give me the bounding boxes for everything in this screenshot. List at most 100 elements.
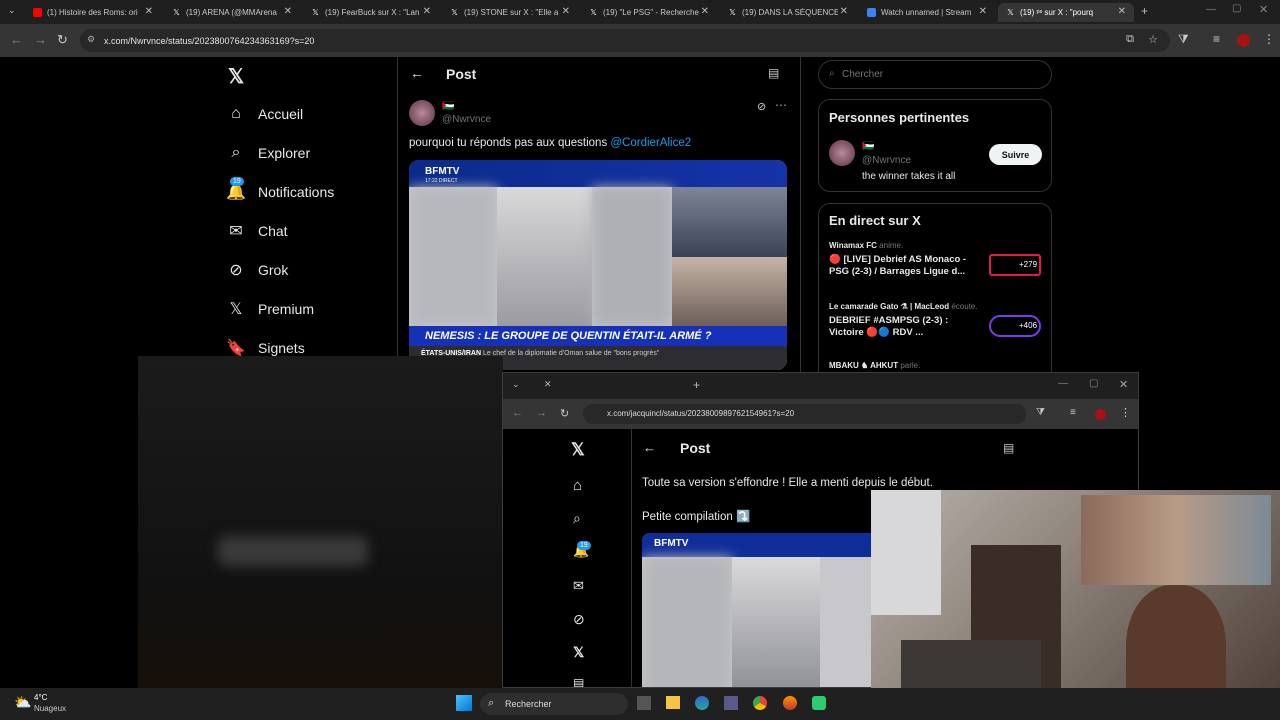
taskbar-search[interactable]: ⌕ Rechercher bbox=[480, 693, 628, 715]
relevant-avatar[interactable] bbox=[829, 140, 855, 166]
tab-search-icon[interactable]: ⌄ bbox=[8, 5, 16, 16]
task-view-icon[interactable] bbox=[637, 696, 651, 710]
win2-mail-icon[interactable]: ✉ bbox=[573, 578, 584, 594]
sidebar-item-explorer[interactable]: ⌕ Explorer bbox=[226, 141, 311, 165]
tab-close-icon[interactable]: ✕ bbox=[840, 6, 848, 17]
minimize-button[interactable]: — bbox=[1206, 4, 1216, 15]
live-item[interactable]: Winamax FC anime. 🔴 [LIVE] Debrief AS Mon… bbox=[829, 241, 1043, 278]
tab-close-icon[interactable]: ✕ bbox=[701, 6, 709, 17]
profile-avatar[interactable] bbox=[1237, 34, 1250, 47]
win2-search-icon[interactable]: ⌕ bbox=[573, 510, 581, 527]
sidebar-item-label: Premium bbox=[258, 301, 315, 317]
win2-forward-icon[interactable]: → bbox=[536, 407, 547, 419]
browser-tab[interactable]: 𝕏 (19) ARENA (@MMArena ✕ bbox=[164, 3, 300, 22]
browser-tab[interactable]: 𝕏 (19) ᵖˢ sur X : "pourq ✕ bbox=[998, 3, 1134, 22]
win2-post-video[interactable]: BFMTV bbox=[642, 533, 882, 687]
notification-badge: 19 bbox=[230, 177, 244, 186]
blurred-area-2 bbox=[592, 187, 672, 327]
weather-temp: 4°C bbox=[34, 693, 48, 702]
close-button[interactable]: ✕ bbox=[1259, 3, 1268, 16]
file-explorer-icon[interactable] bbox=[666, 696, 680, 709]
win2-back-arrow-icon[interactable]: ← bbox=[643, 440, 656, 455]
win2-lists-icon[interactable]: ▤ bbox=[573, 676, 584, 687]
start-button[interactable] bbox=[456, 695, 472, 711]
live-item[interactable]: MBAKU ♞ AHKUT parle. bbox=[829, 361, 1043, 370]
webcam-posters bbox=[1081, 495, 1271, 585]
sidebar-item-chat[interactable]: ✉ Chat bbox=[226, 219, 288, 243]
tab-close-icon[interactable]: ✕ bbox=[1118, 6, 1126, 17]
search-box[interactable]: ⌕ Chercher bbox=[818, 60, 1052, 89]
more-options-icon[interactable]: ⋯ bbox=[775, 98, 787, 112]
browser-tab[interactable]: (1) Histoire des Roms: ori ✕ bbox=[25, 3, 161, 22]
tab-close-icon[interactable]: ✕ bbox=[979, 6, 987, 17]
win2-back-icon[interactable]: ← bbox=[512, 407, 523, 419]
weather-desc: Nuageux bbox=[34, 704, 67, 713]
author-avatar[interactable] bbox=[409, 100, 435, 126]
win2-x-logo[interactable]: 𝕏 bbox=[571, 440, 585, 460]
sidebar-item-label: Chat bbox=[258, 223, 288, 239]
maximize-button[interactable]: ▢ bbox=[1232, 3, 1241, 14]
browser-tab[interactable]: 𝕏 (19) FearBuck sur X : "Lan ✕ bbox=[303, 3, 439, 22]
browser-tab[interactable]: 𝕏 (19) STONE sur X : "Elle a ✕ bbox=[442, 3, 578, 22]
back-arrow-icon[interactable]: ← bbox=[410, 65, 424, 81]
reload-icon[interactable]: ↻ bbox=[57, 32, 68, 48]
site-info-icon[interactable]: ⚙ bbox=[87, 34, 95, 45]
follow-button[interactable]: Suivre bbox=[989, 144, 1042, 165]
obs-app-icon[interactable] bbox=[812, 696, 826, 710]
win2-grok-icon[interactable]: ⊘ bbox=[573, 611, 585, 628]
win2-extensions-icon[interactable]: ⧩ bbox=[1036, 407, 1045, 418]
bookmark-star-icon[interactable]: ☆ bbox=[1148, 33, 1158, 46]
win2-minimize-button[interactable]: — bbox=[1058, 378, 1068, 389]
win2-new-tab-button[interactable]: + bbox=[693, 378, 700, 392]
install-icon[interactable]: ⧉ bbox=[1126, 33, 1134, 46]
win2-reader-icon[interactable]: ▤ bbox=[1003, 441, 1014, 455]
x-logo[interactable]: 𝕏 bbox=[228, 64, 244, 89]
win2-maximize-button[interactable]: ▢ bbox=[1089, 378, 1098, 389]
author-handle[interactable]: @Nwrvnce bbox=[442, 114, 491, 125]
grok-icon[interactable]: ⊘ bbox=[757, 100, 766, 113]
win2-home-icon[interactable]: ⌂ bbox=[573, 477, 582, 494]
new-tab-button[interactable]: + bbox=[1141, 4, 1148, 18]
browser-tab[interactable]: 𝕏 (19) DANS LA SÉQUENCE ✕ bbox=[720, 3, 856, 22]
sidebar-item-notifications[interactable]: 🔔 Notifications 19 bbox=[226, 177, 334, 204]
win2-media-icon[interactable]: ≡ bbox=[1070, 407, 1076, 418]
tab-close-icon[interactable]: ✕ bbox=[284, 6, 292, 17]
live-item[interactable]: Le camarade Gato ⚗ | MacLeod écoute. DEBR… bbox=[829, 302, 1043, 339]
page-title: Post bbox=[446, 66, 477, 82]
win2-tab-search-icon[interactable]: ⌄ bbox=[512, 379, 520, 390]
win2-tab-close-icon[interactable]: ✕ bbox=[544, 379, 552, 390]
menu-icon[interactable]: ⋮ bbox=[1263, 32, 1275, 46]
reader-view-icon[interactable]: ▤ bbox=[768, 66, 779, 80]
firefox-icon[interactable] bbox=[783, 696, 797, 710]
relevant-handle[interactable]: @Nwrvnce bbox=[862, 155, 911, 166]
chrome-icon[interactable] bbox=[753, 696, 767, 710]
tab-title: Watch unnamed | Stream bbox=[881, 8, 972, 17]
win2-profile-avatar[interactable] bbox=[1095, 409, 1106, 420]
win2-close-button[interactable]: ✕ bbox=[1119, 378, 1128, 391]
win2-reload-icon[interactable]: ↻ bbox=[560, 407, 569, 420]
sidebar-item-premium[interactable]: 𝕏 Premium bbox=[226, 297, 314, 321]
tab-close-icon[interactable]: ✕ bbox=[423, 6, 431, 17]
sidebar-item-grok[interactable]: ⊘ Grok bbox=[226, 258, 288, 282]
store-icon[interactable] bbox=[724, 696, 738, 710]
street-footage bbox=[497, 187, 592, 327]
tab-close-icon[interactable]: ✕ bbox=[562, 6, 570, 17]
weather-icon[interactable]: ⛅ bbox=[14, 694, 31, 711]
address-bar[interactable]: ⚙ x.com/Nwrvnce/status/20238007642343631… bbox=[80, 29, 1170, 52]
browser-tab[interactable]: Watch unnamed | Stream ✕ bbox=[859, 3, 995, 22]
browser-tab[interactable]: 𝕏 (19) "Le PSG" - Recherche ✕ bbox=[581, 3, 717, 22]
edge-icon[interactable] bbox=[695, 696, 709, 710]
extensions-icon[interactable]: ⧩ bbox=[1178, 32, 1189, 47]
post-video[interactable]: BFMTV 17:22 DIRECT NEMESIS : LE GROUPE D… bbox=[409, 160, 787, 370]
media-icon[interactable]: ≡ bbox=[1213, 32, 1220, 46]
tab-close-icon[interactable]: ✕ bbox=[145, 6, 153, 17]
browser-toolbar: ← → ↻ ⚙ x.com/Nwrvnce/status/20238007642… bbox=[0, 24, 1280, 57]
back-icon[interactable]: ← bbox=[10, 32, 23, 47]
win2-address-bar[interactable]: x.com/jacquincl/status/20238009897621549… bbox=[583, 404, 1026, 424]
win2-premium-icon[interactable]: 𝕏 bbox=[573, 644, 584, 661]
search-icon: ⌕ bbox=[829, 68, 835, 79]
win2-menu-icon[interactable]: ⋮ bbox=[1120, 406, 1131, 419]
mention-link[interactable]: @CordierAlice2 bbox=[610, 137, 691, 149]
forward-icon[interactable]: → bbox=[34, 32, 47, 47]
sidebar-item-accueil[interactable]: ⌂ Accueil bbox=[226, 102, 303, 126]
